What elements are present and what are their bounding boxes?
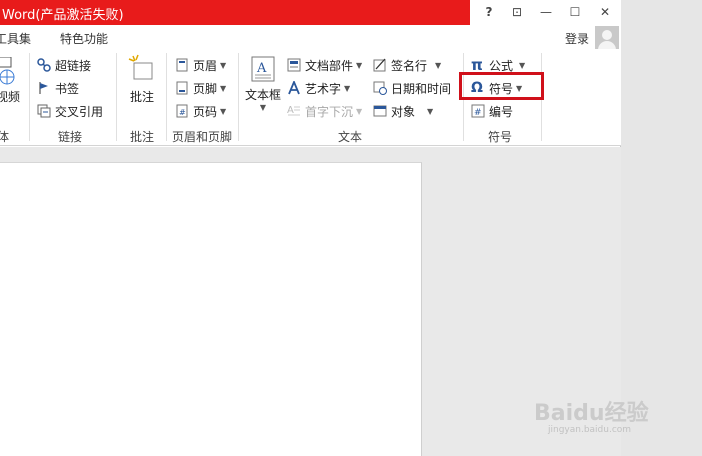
footer-label: 页脚 (193, 81, 218, 96)
close-button[interactable]: ✕ (594, 2, 616, 22)
dropdown-caret-icon: ▼ (427, 106, 434, 116)
signature-line-button[interactable]: 签名行 ▼ (373, 55, 441, 75)
dropdown-caret-icon: ▼ (220, 106, 227, 116)
symbol-highlight-box (459, 72, 544, 100)
hyperlink-button[interactable]: 超链接 (37, 55, 91, 75)
tab-tools[interactable]: 工具集 (0, 30, 31, 47)
quick-parts-icon (287, 58, 301, 72)
separator (116, 53, 117, 141)
object-label: 对象 (391, 104, 416, 119)
dropdown-caret-icon: ▼ (356, 106, 363, 116)
link-icon (37, 58, 51, 72)
drop-cap-label: 首字下沉 (305, 104, 354, 119)
dropdown-caret-icon: ▼ (435, 60, 442, 70)
separator (238, 53, 239, 141)
outside-background (621, 0, 702, 456)
calendar-clock-icon (373, 81, 387, 95)
object-button[interactable]: 对象 ▼ (373, 101, 433, 121)
page-number-button[interactable]: # 页码 ▼ (175, 101, 226, 121)
video-globe-icon (0, 56, 15, 85)
group-label-comments: 批注 (129, 130, 154, 144)
group-label-text: 文本 (337, 130, 362, 144)
quick-parts-button[interactable]: 文档部件 ▼ (287, 55, 362, 75)
dropdown-caret-icon: ▼ (220, 83, 227, 93)
ribbon-display-options-button[interactable]: ⊡ (506, 2, 528, 22)
document-area (0, 147, 621, 456)
number-button[interactable]: # 编号 (471, 101, 513, 121)
cross-reference-icon (37, 104, 51, 118)
bookmark-button[interactable]: 书签 (37, 78, 79, 98)
svg-text:A: A (287, 105, 294, 116)
group-label-links: 链接 (57, 130, 82, 144)
text-box-icon: A (251, 56, 275, 82)
svg-text:A: A (256, 61, 267, 76)
hyperlink-label: 超链接 (55, 58, 92, 73)
signature-line-label: 签名行 (391, 58, 428, 73)
group-label-header-footer: 页眉和页脚 (171, 130, 232, 144)
equation-label: 公式 (489, 58, 514, 73)
ribbon-tab-row: 工具集 特色功能 登录 (0, 25, 621, 49)
drop-cap-button[interactable]: A 首字下沉 ▼ (287, 101, 362, 121)
help-button[interactable]: ? (478, 2, 500, 22)
header-label: 页眉 (193, 58, 218, 73)
dropdown-caret-icon: ▼ (220, 60, 227, 70)
svg-text:#: # (179, 108, 186, 117)
dropdown-caret-icon: ▼ (356, 60, 363, 70)
title-bar-red: Word(产品激活失败) (0, 0, 470, 25)
watermark-url: jingyan.baidu.com (548, 425, 632, 435)
title-bar: Word(产品激活失败) ? ⊡ — ☐ ✕ (0, 0, 621, 25)
comment-icon (128, 54, 153, 80)
page-number-icon: # (176, 104, 188, 118)
group-label-media: 体 (0, 130, 9, 144)
cross-reference-button[interactable]: 交叉引用 (37, 101, 103, 121)
wordart-button[interactable]: 艺术字 ▼ (287, 78, 350, 98)
cross-reference-label: 交叉引用 (55, 104, 104, 119)
window-title: Word(产品激活失败) (2, 8, 124, 23)
document-page[interactable] (0, 162, 422, 456)
separator (29, 53, 30, 141)
group-label-symbols: 符号 (487, 130, 512, 144)
number-icon: # (471, 104, 485, 118)
wordart-label: 艺术字 (305, 81, 342, 96)
header-page-icon (176, 58, 188, 72)
dropdown-caret-icon: ▼ (344, 83, 351, 93)
date-time-label: 日期和时间 (391, 81, 452, 96)
number-label: 编号 (489, 104, 514, 119)
dropdown-caret-icon: ▼ (259, 103, 267, 112)
text-box-label: 文本框 (244, 88, 281, 102)
bookmark-label: 书签 (55, 81, 80, 96)
page-number-label: 页码 (193, 104, 218, 119)
word-window: Word(产品激活失败) ? ⊡ — ☐ ✕ 工具集 特色功能 登录 视频 体 (0, 0, 621, 456)
new-comment-button[interactable]: 批注 (124, 53, 160, 105)
object-icon (373, 105, 387, 117)
separator (166, 53, 167, 141)
minimize-button[interactable]: — (535, 2, 557, 22)
maximize-button[interactable]: ☐ (564, 2, 586, 22)
date-time-button[interactable]: 日期和时间 (373, 78, 451, 98)
signature-line-icon (373, 58, 386, 72)
wordart-icon (288, 81, 300, 95)
dropdown-caret-icon: ▼ (519, 60, 526, 70)
login-link[interactable]: 登录 (565, 30, 589, 47)
tab-special-features[interactable]: 特色功能 (60, 30, 108, 47)
watermark-logo: Baidu经验 (534, 401, 649, 426)
quick-parts-label: 文档部件 (305, 58, 354, 73)
bookmark-flag-icon (39, 82, 48, 94)
online-video-button[interactable]: 视频 (0, 56, 22, 105)
svg-text:#: # (474, 108, 482, 118)
avatar-head-icon (602, 30, 612, 40)
online-video-label: 视频 (0, 90, 20, 104)
comment-label: 批注 (129, 90, 154, 104)
footer-page-icon (176, 81, 188, 95)
drop-cap-icon: A (287, 105, 300, 116)
text-box-button[interactable]: A 文本框 ▼ (242, 55, 284, 112)
footer-button[interactable]: 页脚 ▼ (175, 78, 226, 98)
avatar[interactable] (595, 26, 619, 50)
header-button[interactable]: 页眉 ▼ (175, 55, 226, 75)
